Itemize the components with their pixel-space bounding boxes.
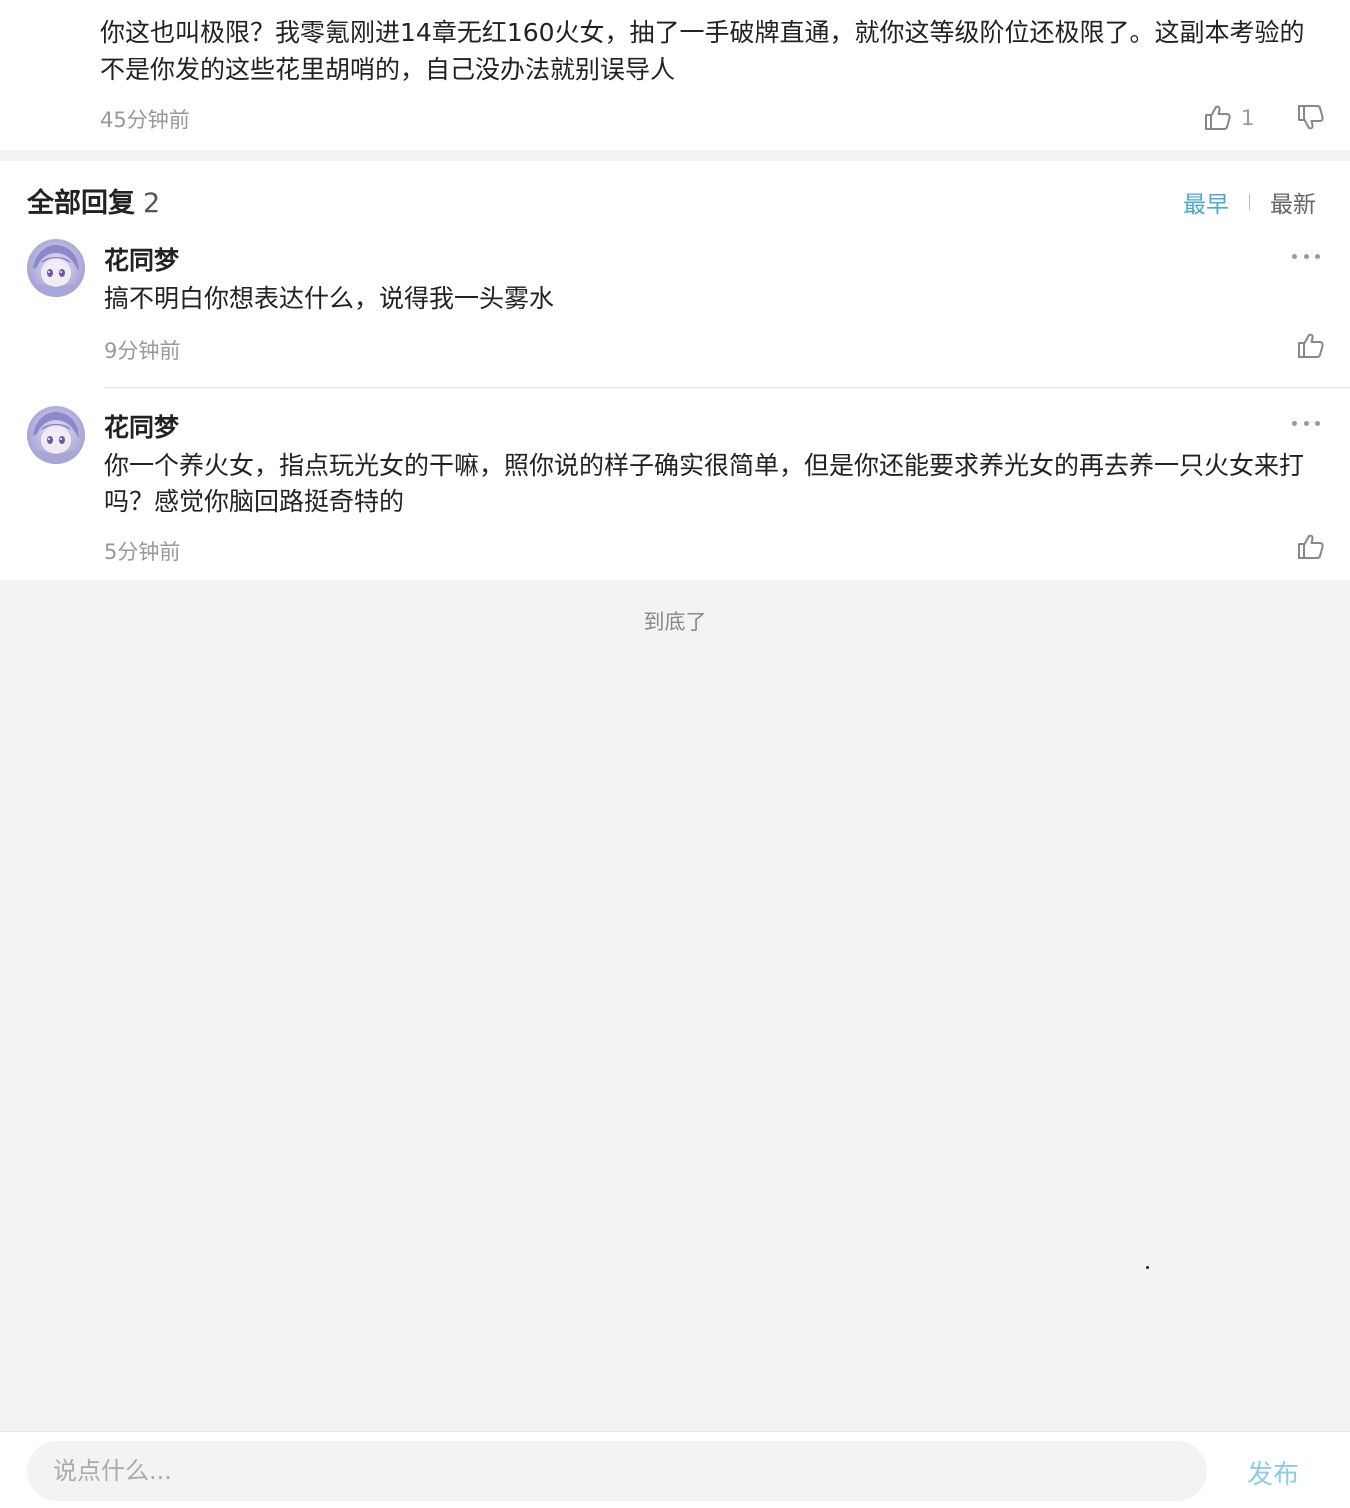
reply-like-button[interactable] [1296, 532, 1328, 564]
comment-input[interactable] [27, 1441, 1207, 1501]
avatar[interactable] [27, 239, 85, 297]
more-options-icon[interactable] [1292, 252, 1320, 260]
thumbs-up-icon [1296, 331, 1328, 361]
replies-count: 2 [143, 188, 161, 219]
sort-newest-button[interactable]: 最新 [1270, 185, 1316, 219]
sort-earliest-button[interactable]: 最早 [1183, 185, 1229, 219]
section-gap [0, 150, 1350, 161]
avatar[interactable] [27, 406, 85, 464]
thumbs-down-icon [1296, 102, 1328, 132]
reply-author[interactable]: 花同梦 [104, 241, 179, 277]
reply-text: 搞不明白你想表达什么，说得我一头雾水 [104, 284, 555, 313]
reply-time: 9分钟前 [104, 339, 181, 363]
parent-dislike-button[interactable] [1296, 102, 1328, 134]
comment-bar: 发布 [0, 1431, 1350, 1508]
reply-author[interactable]: 花同梦 [104, 408, 179, 444]
parent-comment-text: 你这也叫极限？我零氪刚进14章无红160火女，抽了一手破牌直通，就你这等级阶位还… [100, 18, 1305, 84]
reply-text: 你一个养火女，指点玩光女的干嘛，照你说的样子确实很简单，但是你还能要求养光女的再… [104, 451, 1305, 516]
replies-section: 全部回复 2 最早 最新 花同梦 搞不明白你想表达什么，说得我一头雾水 9分钟前… [0, 161, 1350, 580]
replies-header: 全部回复 2 [27, 181, 160, 220]
parent-comment-time: 45分钟前 [100, 108, 190, 132]
thumbs-up-icon [1203, 103, 1233, 133]
stray-dot [1146, 1266, 1149, 1269]
thumbs-up-icon [1296, 532, 1328, 562]
reply-like-button[interactable] [1296, 331, 1328, 363]
sort-divider [1249, 194, 1250, 210]
parent-like-count: 1 [1241, 106, 1255, 130]
publish-button[interactable]: 发布 [1247, 1454, 1299, 1491]
parent-like-button[interactable]: 1 [1203, 102, 1254, 134]
reply-divider [104, 387, 1350, 388]
more-options-icon[interactable] [1292, 419, 1320, 427]
parent-comment: 你这也叫极限？我零氪刚进14章无红160火女，抽了一手破牌直通，就你这等级阶位还… [0, 0, 1350, 150]
sort-toggle: 最早 最新 [1183, 185, 1316, 219]
end-of-list-text: 到底了 [643, 610, 707, 634]
replies-title: 全部回复 [27, 188, 135, 219]
reply-time: 5分钟前 [104, 540, 181, 564]
